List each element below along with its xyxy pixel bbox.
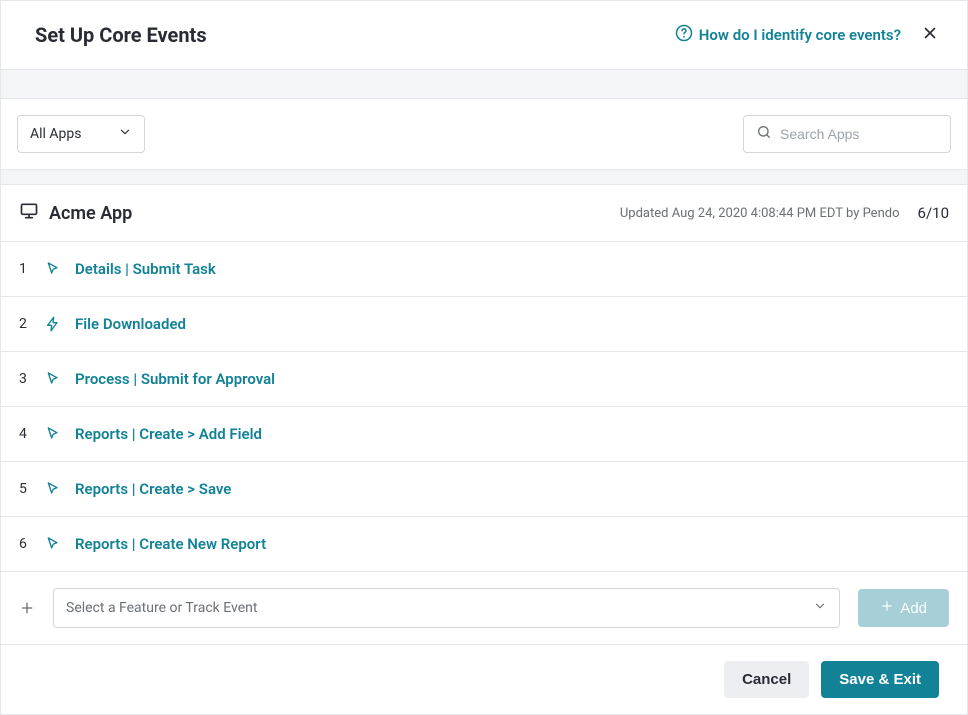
apps-filter-label: All Apps <box>30 126 82 142</box>
event-label[interactable]: Reports | Create > Save <box>75 480 231 498</box>
help-icon <box>675 24 693 46</box>
event-label[interactable]: Process | Submit for Approval <box>75 370 275 388</box>
event-number: 1 <box>19 261 31 277</box>
app-header-right: Updated Aug 24, 2020 4:08:44 PM EDT by P… <box>620 204 949 222</box>
event-number: 2 <box>19 316 31 332</box>
event-row: 6 Reports | Create New Report <box>1 517 967 572</box>
event-row: 1 Details | Submit Task <box>1 242 967 297</box>
event-number: 3 <box>19 371 31 387</box>
add-button-label: Add <box>900 600 927 617</box>
filter-bar: All Apps <box>1 98 967 170</box>
chevron-down-icon <box>813 599 827 617</box>
event-row: 3 Process | Submit for Approval <box>1 352 967 407</box>
header-actions: How do I identify core events? <box>675 24 939 46</box>
cursor-icon <box>45 261 61 277</box>
cursor-icon <box>45 536 61 552</box>
event-row: 2 File Downloaded <box>1 297 967 352</box>
event-row: 5 Reports | Create > Save <box>1 462 967 517</box>
search-input[interactable] <box>780 126 938 142</box>
event-label[interactable]: File Downloaded <box>75 315 186 333</box>
event-number: 4 <box>19 426 31 442</box>
bolt-icon <box>45 316 61 332</box>
modal-footer: Cancel Save & Exit <box>1 644 967 714</box>
plus-icon <box>19 600 35 616</box>
search-icon <box>756 124 772 144</box>
app-section: Acme App Updated Aug 24, 2020 4:08:44 PM… <box>1 184 967 644</box>
add-event-row: Select a Feature or Track Event Add <box>1 572 967 644</box>
help-link[interactable]: How do I identify core events? <box>675 24 901 46</box>
updated-text: Updated Aug 24, 2020 4:08:44 PM EDT by P… <box>620 206 900 221</box>
select-event-dropdown[interactable]: Select a Feature or Track Event <box>53 588 840 628</box>
event-number: 5 <box>19 481 31 497</box>
app-header-left: Acme App <box>19 201 132 225</box>
cancel-button[interactable]: Cancel <box>724 661 809 698</box>
plus-icon <box>880 599 894 617</box>
event-number: 6 <box>19 536 31 552</box>
event-label[interactable]: Reports | Create > Add Field <box>75 425 262 443</box>
search-apps[interactable] <box>743 115 951 153</box>
modal-title: Set Up Core Events <box>35 23 207 47</box>
add-button[interactable]: Add <box>858 589 949 627</box>
app-header: Acme App Updated Aug 24, 2020 4:08:44 PM… <box>1 185 967 242</box>
cursor-icon <box>45 481 61 497</box>
close-icon <box>921 24 939 46</box>
event-label[interactable]: Details | Submit Task <box>75 260 216 278</box>
chevron-down-icon <box>118 125 132 143</box>
help-link-text: How do I identify core events? <box>699 26 901 44</box>
apps-filter-dropdown[interactable]: All Apps <box>17 115 145 153</box>
events-list: 1 Details | Submit Task 2 File Downloaded 3 P… <box>1 242 967 572</box>
cursor-icon <box>45 371 61 387</box>
close-button[interactable] <box>921 24 939 46</box>
select-event-placeholder: Select a Feature or Track Event <box>66 600 257 616</box>
modal-body: All Apps Acme App Updated Aug 24, 2020 4… <box>1 70 967 644</box>
save-exit-button[interactable]: Save & Exit <box>821 661 939 698</box>
modal: Set Up Core Events How do I identify cor… <box>0 0 968 715</box>
event-row: 4 Reports | Create > Add Field <box>1 407 967 462</box>
modal-header: Set Up Core Events How do I identify cor… <box>1 1 967 70</box>
cursor-icon <box>45 426 61 442</box>
events-counter: 6/10 <box>918 204 949 222</box>
monitor-icon <box>19 201 39 225</box>
app-name: Acme App <box>49 203 132 224</box>
event-label[interactable]: Reports | Create New Report <box>75 535 266 553</box>
